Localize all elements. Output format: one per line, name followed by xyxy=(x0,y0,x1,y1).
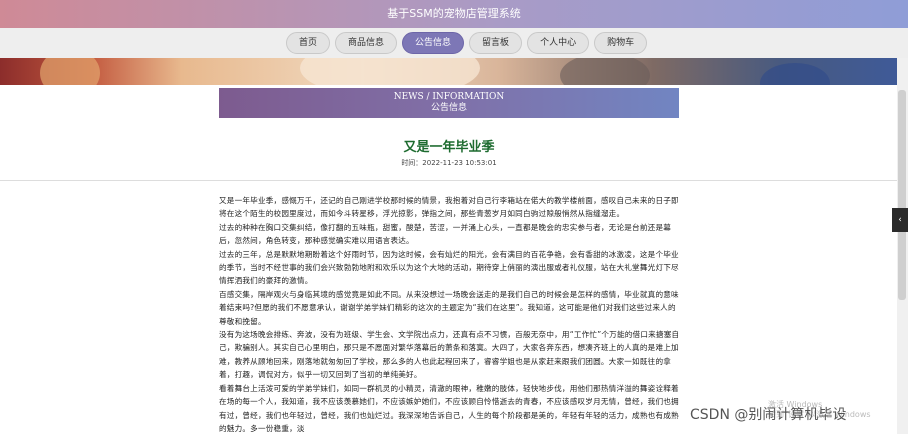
article-paragraph: 百感交集，隔岸观火与身临其境的感觉竟是如此不同。从来没想过一场晚会送走的是我们自… xyxy=(219,289,679,326)
nav-item-products[interactable]: 商品信息 xyxy=(335,32,398,54)
side-panel-toggle[interactable]: ‹ xyxy=(892,208,908,232)
section-header-zh: 公告信息 xyxy=(430,103,467,113)
article-body: 又是一年毕业季，感慨万千，还记的自己刚进学校那时候的情景，我抱着对自己行李箱站在… xyxy=(219,194,681,435)
article-title: 又是一年毕业季 xyxy=(403,140,495,155)
article-paragraph: 没有为这场晚会排练、奔波，没有为班级、学生会、文学院出点力，还真有点不习惯，百般… xyxy=(219,330,680,380)
nav-item-message-board[interactable]: 留言板 xyxy=(469,32,523,54)
section-header: NEWS / INFORMATION 公告信息 xyxy=(219,88,679,118)
chevron-left-icon: ‹ xyxy=(898,215,902,225)
site-title-bar: 基于SSM的宠物店管理系统 xyxy=(0,0,908,28)
article-paragraph: 过去的三年，总是默默地期盼着这个好雨时节，因为这时候，会有灿烂的阳光，会有满目的… xyxy=(219,249,679,286)
main-nav: 首页 商品信息 公告信息 留言板 个人中心 购物车 xyxy=(286,32,648,54)
article-paragraph: 过去的种种在胸口交集纠结，像打翻的五味瓶，甜蜜，酸楚，苦涩，一并涌上心头，一直都… xyxy=(219,222,672,246)
nav-item-user-center[interactable]: 个人中心 xyxy=(527,32,590,54)
nav-item-home[interactable]: 首页 xyxy=(286,32,331,54)
nav-item-announcements[interactable]: 公告信息 xyxy=(402,32,465,54)
article-time: 时间：2022-11-23 10:53:01 xyxy=(401,159,497,167)
banner-image xyxy=(0,58,908,85)
nav-item-cart[interactable]: 购物车 xyxy=(594,32,648,54)
divider xyxy=(0,180,897,181)
article-paragraph: 看着舞台上活泼可爱的学弟学妹们，如同一群机灵的小精灵，清澈的眼神，稚嫩的肢体，轻… xyxy=(219,383,679,433)
site-title: 基于SSM的宠物店管理系统 xyxy=(387,7,521,20)
section-header-en: NEWS / INFORMATION xyxy=(393,92,505,102)
scrollbar-thumb[interactable] xyxy=(898,90,906,300)
article-paragraph: 又是一年毕业季，感慨万千，还记的自己刚进学校那时候的情景，我抱着对自己行李箱站在… xyxy=(219,196,679,219)
csdn-watermark: CSDN @别闹计算机毕设 xyxy=(690,407,847,423)
